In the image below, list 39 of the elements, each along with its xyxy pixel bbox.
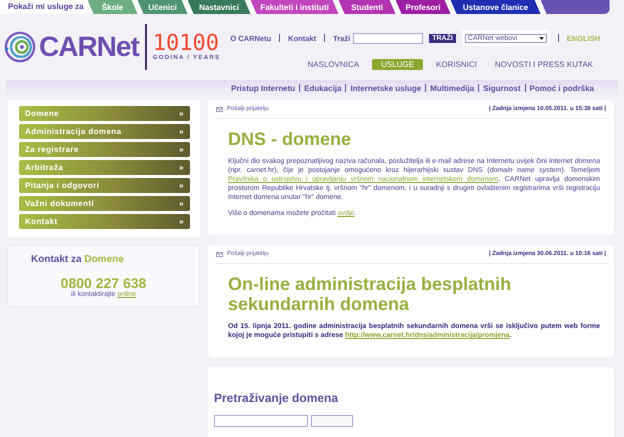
domain-search-title: Pretraživanje domena [214,391,340,405]
logo-wordmark: CARNet [39,31,139,63]
sidebar-item[interactable]: Za registrare » [19,142,190,157]
sub-nav-link[interactable]: Edukacija [304,84,342,92]
sidebar-item[interactable]: Arbitraža » [19,160,190,175]
domain-input-field[interactable] [214,415,308,427]
sidebar-item[interactable]: Domene » [19,106,190,121]
audience-tab[interactable]: Nastavnici [188,0,251,14]
audience-tab[interactable]: Profesori [396,0,451,14]
audience-tab[interactable]: Ustanove članice [450,0,541,14]
envelope-icon [216,106,223,112]
article-title: On-line administracija besplatnih sekundarnih domena [228,274,512,314]
audience-tab[interactable]: Fakulteti i instituti [250,0,339,14]
sidebar-item[interactable]: Važni dokumenti » [19,196,190,211]
article-title: DNS - domene [228,129,352,149]
sidebar-item[interactable]: Administracija domena » [19,124,190,139]
sub-nav-link[interactable]: Internetske usluge [350,84,422,92]
sub-nav-link[interactable]: Multimedija [430,84,474,92]
audience-label: Pokaži mi usluge za [7,1,85,13]
sub-nav-link[interactable]: Pristup Internetu [231,84,296,92]
search-field[interactable] [353,32,424,44]
sidebar-item[interactable]: Pitanja i odgovori » [19,178,190,193]
sub-nav-link[interactable]: Pomoć i podrška [530,84,594,92]
contact-title: Kontakt za [31,254,82,265]
dropdown-caret-icon [538,37,544,40]
envelope-icon [216,252,223,256]
main-nav-tab[interactable]: NASLOVNICA [298,59,368,70]
sidebar-item[interactable]: Kontakt » [19,214,190,229]
anniversary-number: 10100 [152,33,220,55]
audience-tab[interactable]: Studenti [338,0,396,14]
contact-topic: Domene [84,254,124,265]
sub-nav-link[interactable]: Sigurnost [483,84,521,92]
domain-search-button[interactable] [311,415,353,427]
phone-number: 0800 227 638 [60,275,146,291]
audience-tab[interactable] [540,0,610,14]
audience-tab[interactable]: Učenici [138,0,188,14]
spiral-logo-icon [4,31,36,63]
main-nav-tab[interactable]: NOVOSTI I PRESS KUTAK [486,59,602,70]
main-nav-tab[interactable]: KORISNICI [427,59,486,70]
